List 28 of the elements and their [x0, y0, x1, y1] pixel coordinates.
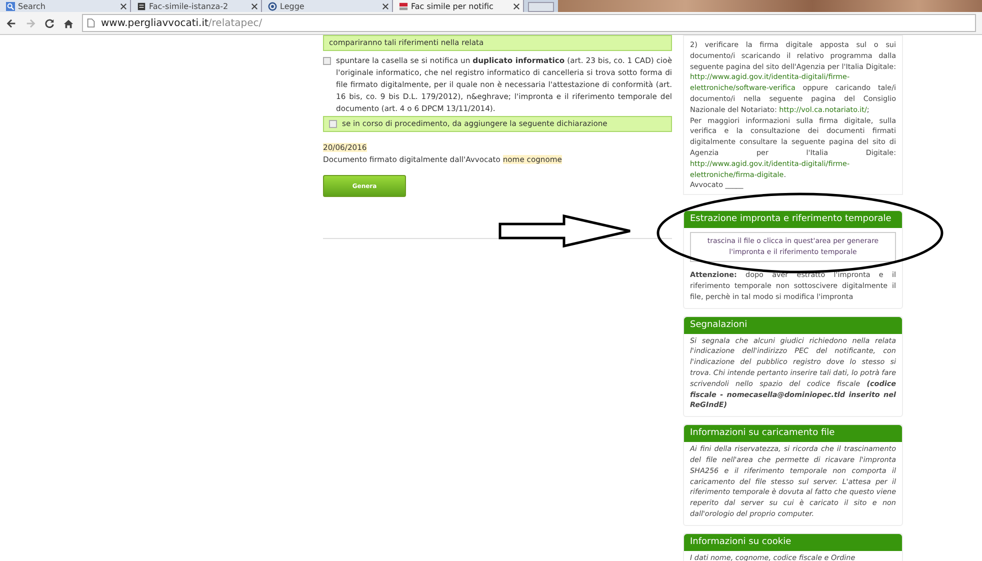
page-icon: [87, 18, 95, 28]
document-icon: [137, 2, 146, 10]
reload-icon[interactable]: [44, 18, 55, 28]
address-bar[interactable]: www.pergliavvocati.it/relatapec/: [82, 14, 976, 32]
close-icon[interactable]: [382, 2, 389, 10]
target-icon: [268, 2, 277, 10]
close-icon[interactable]: [120, 2, 127, 10]
site-icon: [399, 2, 408, 10]
home-icon[interactable]: [63, 18, 74, 28]
browser-tab[interactable]: Legge: [262, 0, 393, 12]
back-icon[interactable]: [6, 18, 17, 28]
panel-title: Estrazione impronta e riferimento temporale: [684, 211, 902, 228]
tab-title: Legge: [280, 2, 306, 10]
panel-title: Informazioni su caricamento file: [684, 425, 902, 442]
close-icon[interactable]: [513, 2, 520, 10]
browser-tab[interactable]: Search: [0, 0, 131, 12]
url-path: /relatapec/: [208, 18, 262, 28]
url-host: www.pergliavvocati.it: [101, 18, 208, 28]
tab-title: Search: [18, 2, 46, 10]
browser-tab[interactable]: Fac simile per notific: [393, 0, 524, 12]
browser-tab[interactable]: Fac-simile-istanza-2: [131, 0, 262, 12]
tab-title: Fac-simile-istanza-2: [149, 2, 230, 10]
close-icon[interactable]: [251, 2, 258, 10]
checkbox[interactable]: [323, 57, 331, 65]
checkbox[interactable]: [329, 120, 337, 128]
panel-title: Informazioni su cookie: [684, 534, 902, 551]
tab-title: Fac simile per notific: [411, 2, 494, 10]
panel-title: Segnalazioni: [684, 316, 902, 334]
